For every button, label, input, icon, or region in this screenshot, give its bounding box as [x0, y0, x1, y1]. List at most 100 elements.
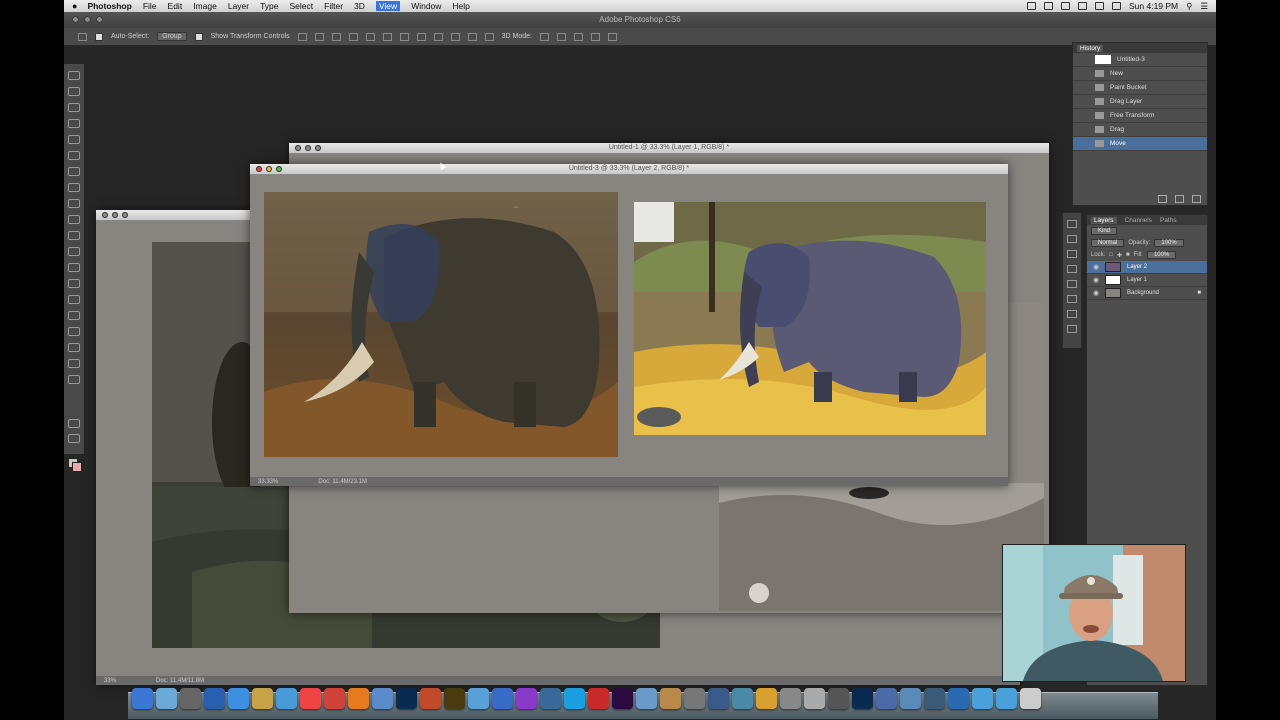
align-right-icon[interactable]	[382, 32, 392, 41]
messages-icon[interactable]	[276, 688, 297, 709]
layer-name[interactable]: Layer 2	[1127, 264, 1147, 270]
automator-icon[interactable]	[780, 688, 801, 709]
path-select-tool-icon[interactable]	[68, 327, 80, 336]
gear-icon[interactable]	[804, 688, 825, 709]
document-titlebar-front[interactable]: Untitled-3 @ 33.3% (Layer 2, RGB/8) *	[250, 164, 1008, 175]
folder-icon[interactable]	[972, 688, 993, 709]
menu-image[interactable]: Image	[193, 1, 217, 11]
background-color-swatch[interactable]	[72, 462, 82, 472]
flow-icon[interactable]	[900, 688, 921, 709]
menu-select[interactable]: Select	[290, 1, 314, 11]
align-hcenter-icon[interactable]	[365, 32, 375, 41]
itunes-icon[interactable]	[516, 688, 537, 709]
trash-icon[interactable]	[1192, 195, 1201, 203]
3d-pan-icon[interactable]	[573, 32, 583, 41]
launchpad-icon[interactable]	[156, 688, 177, 709]
brush-tool-icon[interactable]	[68, 183, 80, 192]
zoom-icon[interactable]	[122, 212, 128, 218]
character-panel-icon[interactable]	[1067, 280, 1077, 288]
auto-select-checkbox[interactable]	[95, 32, 103, 41]
wifi-icon[interactable]	[1078, 2, 1087, 10]
eraser-tool-icon[interactable]	[68, 231, 80, 240]
image-capture-icon[interactable]	[468, 688, 489, 709]
new-document-from-state-icon[interactable]	[1158, 195, 1167, 203]
menubar-clock[interactable]: Sun 4:19 PM	[1129, 1, 1178, 11]
app-store-icon[interactable]	[204, 688, 225, 709]
menu-3d[interactable]: 3D	[354, 1, 365, 11]
preview-icon[interactable]	[372, 688, 393, 709]
bridge-icon[interactable]	[444, 688, 465, 709]
menu-filter[interactable]: Filter	[324, 1, 343, 11]
layer1-elephant-painting[interactable]: ~	[264, 192, 618, 457]
properties-panel-icon[interactable]	[1067, 250, 1077, 258]
dropbox-icon[interactable]	[1027, 2, 1036, 10]
blur-tool-icon[interactable]	[68, 263, 80, 272]
firefox-icon[interactable]	[348, 688, 369, 709]
battery-icon[interactable]	[1112, 2, 1121, 10]
close-icon[interactable]	[102, 212, 108, 218]
bluetooth-icon[interactable]	[1061, 2, 1070, 10]
apple-icon[interactable]: ●	[72, 1, 77, 11]
marquee-tool-icon[interactable]	[68, 87, 80, 96]
show-transform-checkbox[interactable]	[194, 32, 203, 41]
visibility-eye-icon[interactable]: ◉	[1093, 276, 1101, 284]
history-snapshot[interactable]: Untitled-3	[1073, 53, 1207, 67]
trash-icon[interactable]	[1020, 688, 1041, 709]
stamp-tool-icon[interactable]	[68, 199, 80, 208]
safari-icon[interactable]	[228, 688, 249, 709]
distribute-bottom-icon[interactable]	[433, 32, 443, 41]
layer-name[interactable]: Layer 1	[1127, 277, 1147, 283]
layer-row-background[interactable]: ◉ Background ■	[1087, 287, 1207, 300]
move-tool-icon[interactable]	[68, 71, 80, 80]
guitar-icon[interactable]	[660, 688, 681, 709]
layer-row-layer-2[interactable]: ◉ Layer 2	[1087, 261, 1207, 274]
menu-edit[interactable]: Edit	[168, 1, 183, 11]
healing-tool-icon[interactable]	[68, 167, 80, 176]
document-titlebar-back[interactable]: Untitled-1 @ 33.3% (Layer 1, RGB/8) *	[289, 143, 1049, 154]
pen-tool-icon[interactable]	[68, 295, 80, 304]
front-doc-size[interactable]: Doc: 11.4M/23.1M	[318, 479, 367, 485]
dodge-tool-icon[interactable]	[68, 279, 80, 288]
3d-scale-icon[interactable]	[607, 32, 617, 41]
styles-panel-icon[interactable]	[1067, 265, 1077, 273]
align-bottom-icon[interactable]	[331, 32, 341, 41]
timemachine-icon[interactable]	[1044, 2, 1053, 10]
spotlight-icon[interactable]: ⚲	[1186, 1, 1192, 12]
history-item[interactable]: New	[1073, 67, 1207, 81]
history-item[interactable]: Free Transform	[1073, 109, 1207, 123]
screenflow-icon[interactable]	[924, 688, 945, 709]
photo-booth-icon[interactable]	[588, 688, 609, 709]
globe-icon[interactable]	[540, 688, 561, 709]
tab-paths[interactable]: Paths	[1160, 217, 1177, 224]
utility-icon[interactable]	[636, 688, 657, 709]
layer2-elephant-photo[interactable]	[634, 202, 986, 435]
system-prefs-icon[interactable]	[180, 688, 201, 709]
left-doc-size[interactable]: Doc: 11.4M/11.8M	[156, 678, 204, 684]
pencil-icon[interactable]	[756, 688, 777, 709]
front-zoom-readout[interactable]: 33.33%	[258, 479, 278, 485]
document-window-front[interactable]: Untitled-3 @ 33.3% (Layer 2, RGB/8) * ~ …	[250, 164, 1008, 486]
lasso-tool-icon[interactable]	[68, 103, 80, 112]
brush-panel-icon[interactable]	[1067, 310, 1077, 318]
3d-slide-icon[interactable]	[590, 32, 600, 41]
menu-window[interactable]: Window	[411, 1, 441, 11]
tab-history[interactable]: History	[1077, 44, 1104, 52]
time-machine-icon[interactable]	[732, 688, 753, 709]
minimize-icon[interactable]	[112, 212, 118, 218]
mail-icon[interactable]	[492, 688, 513, 709]
menu-help[interactable]: Help	[452, 1, 469, 11]
crop-tool-icon[interactable]	[68, 135, 80, 144]
lock-position-icon[interactable]: ✚	[1117, 252, 1122, 259]
screenshot-icon[interactable]	[684, 688, 705, 709]
finder-icon[interactable]	[132, 688, 153, 709]
opacity-field[interactable]: 100%	[1154, 239, 1184, 247]
app-icon[interactable]	[876, 688, 897, 709]
screen-mode-icon[interactable]	[68, 434, 80, 443]
lock-pixels-icon[interactable]: □	[1109, 252, 1113, 258]
menu-view[interactable]: View	[375, 1, 401, 11]
hand-tool-icon[interactable]	[68, 359, 80, 368]
3d-roll-icon[interactable]	[556, 32, 566, 41]
history-brush-tool-icon[interactable]	[68, 215, 80, 224]
tab-channels[interactable]: Channels	[1125, 217, 1152, 224]
topaz-icon[interactable]	[420, 688, 441, 709]
